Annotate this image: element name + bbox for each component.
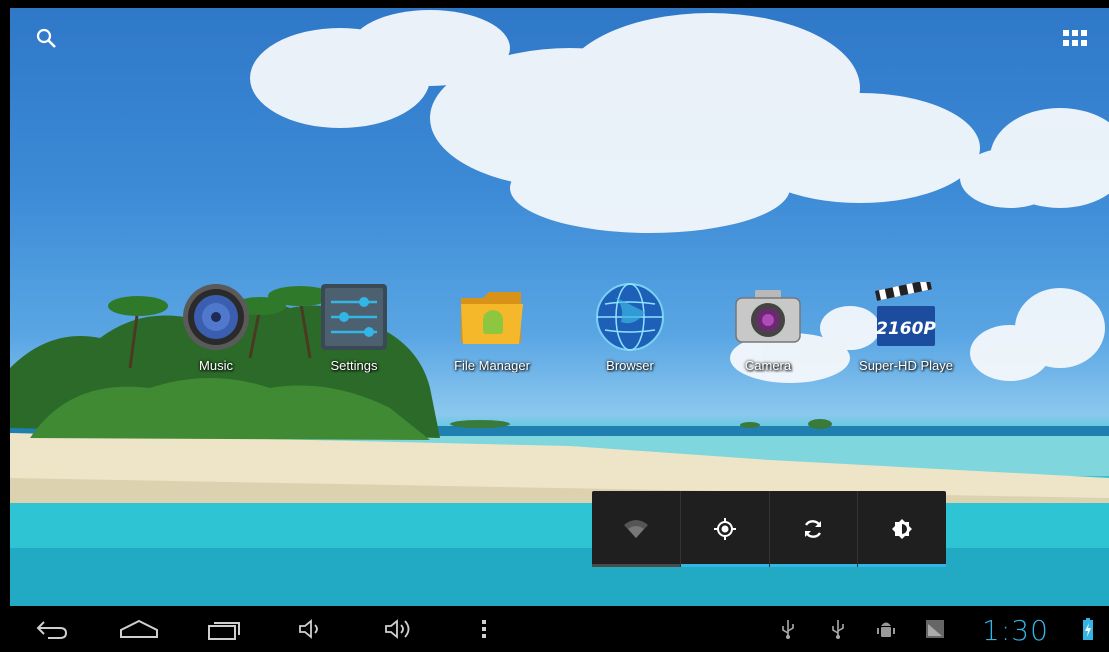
brightness-icon [892,519,913,539]
system-navigation-bar: 1:30 [0,606,1109,652]
all-apps-button[interactable] [1058,22,1092,56]
screenshot-status [922,614,948,644]
back-icon [36,621,68,639]
folder-android-icon [461,292,523,344]
toggle-indicator [769,564,858,567]
clock: 1:30 [982,614,1049,647]
settings-sliders-icon [321,284,387,350]
usb-debug-status [826,614,850,644]
app-label: Super-HD Playe [859,358,953,373]
brightness-toggle[interactable] [858,491,946,567]
sync-icon [805,520,822,538]
apps-grid-icon [1063,30,1087,46]
search-button[interactable] [30,22,64,56]
app-label: File Manager [454,358,530,373]
home-screen: Music Settings File Manager Browser Came… [0,0,1109,652]
usb-status [776,614,800,644]
app-label: Settings [330,358,378,373]
search-icon [36,28,56,48]
usb-icon [832,620,844,639]
app-settings[interactable]: Settings [294,282,414,382]
volume-down-icon [299,619,318,639]
globe-icon [596,283,664,351]
battery-status [1080,614,1096,644]
badge-text: 2160P [876,319,936,339]
toggle-indicator [592,564,680,567]
overflow-menu-button[interactable] [474,614,494,644]
app-label: Camera [744,358,792,373]
android-debug-status [874,614,898,644]
auto-rotate-toggle[interactable] [769,491,859,567]
recent-apps-button[interactable] [204,614,244,644]
location-toggle[interactable] [680,491,770,567]
app-browser[interactable]: Browser [570,282,690,382]
volume-up-icon [385,619,410,639]
app-camera[interactable]: Camera [708,282,828,382]
app-super-hd-player[interactable]: 2160P Super-HD Playe [846,282,966,382]
volume-down-button[interactable] [294,614,328,644]
recent-apps-icon [208,622,240,640]
app-file-manager[interactable]: File Manager [432,282,552,382]
clapperboard-icon: 2160P [875,282,936,346]
home-button[interactable] [114,614,164,644]
camera-icon [735,290,801,343]
wifi-toggle[interactable] [592,491,681,567]
overflow-menu-icon [482,620,486,638]
quick-settings-panel [592,491,946,567]
android-bug-icon [877,622,895,637]
app-label: Music [199,358,233,373]
home-icon [120,619,158,638]
location-icon [713,518,736,540]
back-button[interactable] [30,614,74,644]
toggle-indicator [680,564,769,567]
image-icon [926,620,944,638]
music-speaker-icon [183,284,249,350]
battery-charging-icon [1083,618,1093,640]
volume-up-button[interactable] [380,614,420,644]
app-label: Browser [606,358,654,373]
wifi-icon [623,520,648,538]
usb-icon [782,620,794,639]
toggle-indicator [858,564,946,567]
app-music[interactable]: Music [156,282,276,382]
